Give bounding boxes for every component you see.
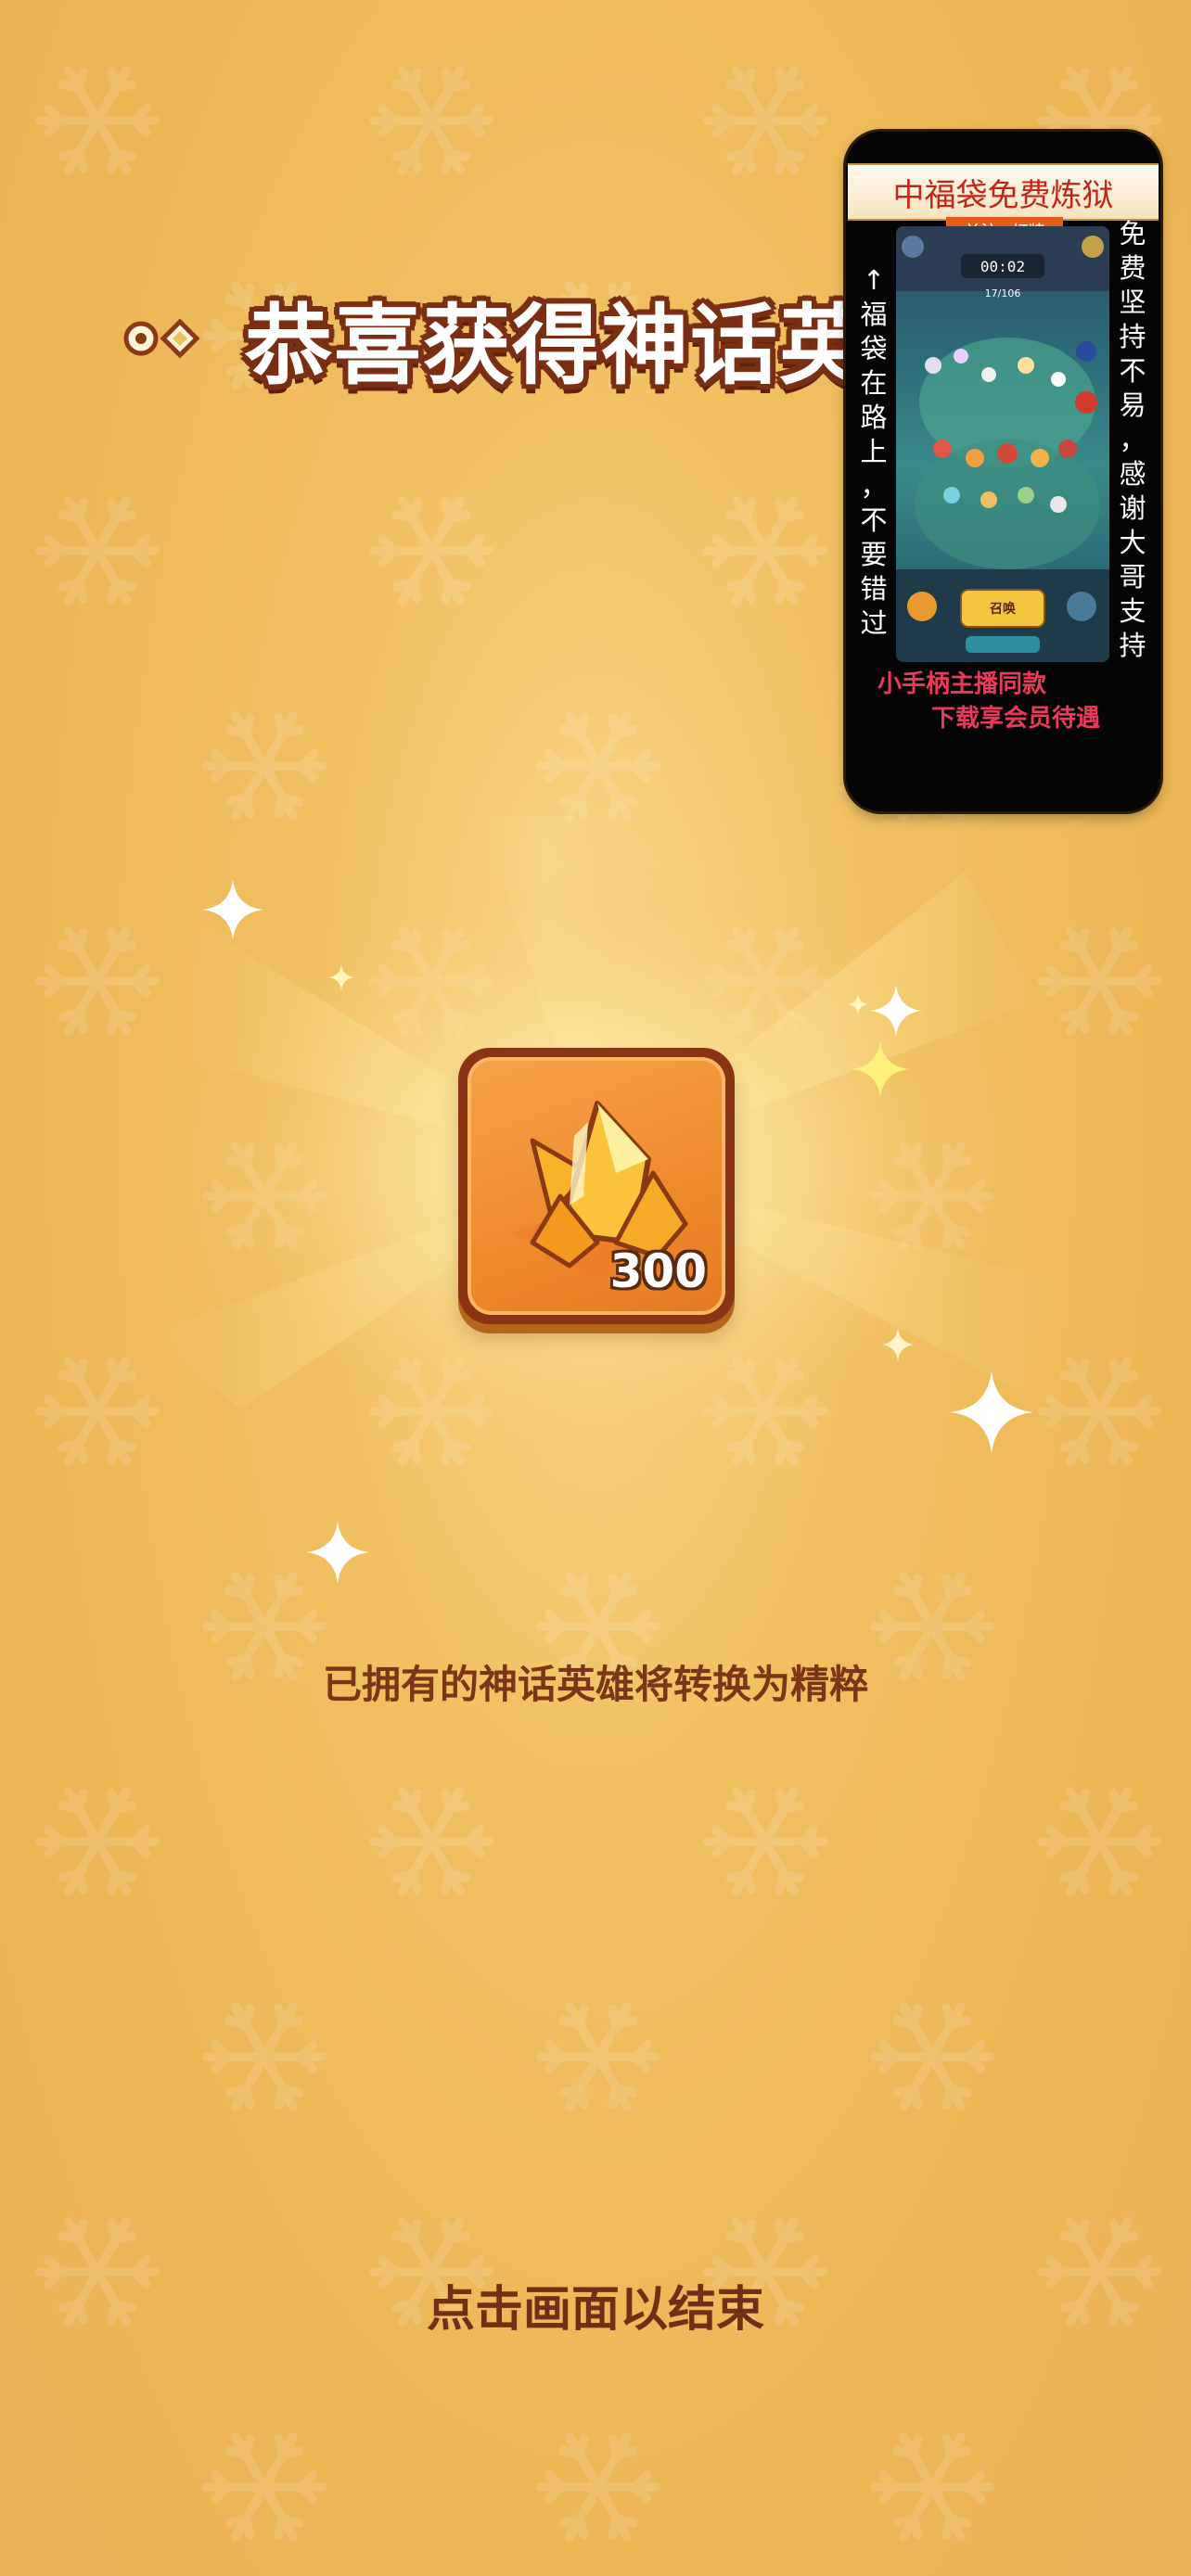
ad-promo-line-1: 小手柄主播同款 [877, 670, 1047, 698]
snowflake-icon [1037, 1357, 1161, 1466]
right-char: 持 [1119, 630, 1146, 661]
snowflake-icon [536, 2432, 660, 2542]
ad-right-vertical-text: 免费坚持不易，感谢大哥支持 [1110, 217, 1155, 663]
preview-timer: 00:02 [980, 258, 1025, 275]
ad-left-vertical-text: ↑ 福袋在路上，不要错过 [852, 263, 896, 641]
snowflake-icon [369, 1787, 493, 1896]
snowflake-icon [870, 2432, 994, 2542]
snowflake-icon [202, 1141, 327, 1251]
snowflake-icon [703, 496, 827, 606]
snowflake-icon [369, 496, 493, 606]
snowflake-icon [1037, 1787, 1161, 1896]
title-row: 恭喜获得神话英雄 [119, 283, 957, 397]
game-preview-graphic: 00:02 17/106 召唤 [896, 226, 1109, 662]
right-char: 坚 [1119, 287, 1146, 318]
reward-count: 300 [609, 1244, 707, 1298]
right-char: ， [1119, 424, 1146, 455]
right-char: 大 [1119, 527, 1146, 558]
sparkle-icon [950, 1371, 1033, 1454]
reward-item-card[interactable]: 300 [458, 1048, 735, 1324]
game-preview-video[interactable]: 00:02 17/106 召唤 [896, 226, 1109, 662]
ad-banner: 中福袋免费炼狱 [848, 163, 1159, 221]
snowflake-icon [35, 926, 160, 1036]
snowflake-icon [369, 926, 493, 1036]
preview-summon-label: 召唤 [990, 601, 1016, 617]
snowflake-icon [35, 66, 160, 175]
reward-card-face: 300 [467, 1057, 725, 1315]
right-char: 不 [1119, 355, 1146, 387]
left-char: 要 [860, 539, 888, 570]
left-char: 福 [860, 299, 888, 330]
left-char: ↑ [862, 264, 886, 296]
snowflake-icon [1037, 926, 1161, 1036]
right-char: 哥 [1119, 561, 1146, 593]
snowflake-icon [703, 1357, 827, 1466]
left-char: 错 [860, 573, 888, 605]
left-char: 袋 [860, 333, 888, 364]
preview-wave: 17/106 [985, 287, 1021, 300]
right-char: 谢 [1119, 492, 1146, 524]
tap-to-end-prompt[interactable]: 点击画面以结束 [0, 2270, 1191, 2340]
snowflake-icon [35, 1357, 160, 1466]
sparkle-icon [848, 994, 868, 1014]
left-char: 不 [860, 504, 888, 536]
floating-ad-panel[interactable]: 中福袋免费炼狱 关注+灯牌 ↑福袋在路上，不要错过 免费坚持不易，感谢大哥支持 … [846, 132, 1160, 811]
sparkle-icon [202, 879, 263, 940]
ad-promo-line-2: 下载享会员待遇 [931, 705, 1101, 733]
left-char: ， [860, 470, 888, 502]
sparkle-icon [328, 964, 354, 990]
left-char: 上 [860, 436, 888, 467]
left-char: 过 [860, 607, 888, 639]
sparkle-icon [870, 985, 922, 1037]
sparkle-icon [852, 1040, 909, 1098]
right-char: 感 [1119, 458, 1146, 490]
snowflake-icon [870, 1141, 994, 1251]
snowflake-icon [202, 2002, 327, 2111]
snowflake-icon [202, 2432, 327, 2542]
snowflake-icon [536, 711, 660, 821]
snowflake-icon [703, 926, 827, 1036]
snowflake-icon [35, 1787, 160, 1896]
right-char: 易 [1119, 389, 1146, 421]
left-char: 在 [860, 367, 888, 399]
right-char: 费 [1119, 252, 1146, 284]
right-char: 持 [1119, 321, 1146, 352]
snowflake-icon [536, 2002, 660, 2111]
right-char: 支 [1119, 595, 1146, 627]
snowflake-icon [703, 66, 827, 175]
snowflake-icon [35, 496, 160, 606]
sparkle-icon [881, 1328, 915, 1361]
circle-diamond-ornament-icon [123, 318, 200, 359]
left-char: 路 [860, 402, 888, 433]
snowflake-icon [202, 711, 327, 821]
reward-screen[interactable]: 恭喜获得神话英雄 300 已拥有的神话英雄将转换为精粹 点击画面以结束 中福袋免… [0, 0, 1191, 2576]
snowflake-icon [369, 1357, 493, 1466]
snowflake-icon [369, 66, 493, 175]
snowflake-icon [703, 1787, 827, 1896]
sparkle-icon [306, 1521, 369, 1584]
ad-banner-text: 中福袋免费炼狱 [892, 176, 1114, 214]
snowflake-icon [870, 2002, 994, 2111]
conversion-note: 已拥有的神话英雄将转换为精粹 [322, 1662, 868, 1707]
right-char: 免 [1119, 218, 1146, 249]
